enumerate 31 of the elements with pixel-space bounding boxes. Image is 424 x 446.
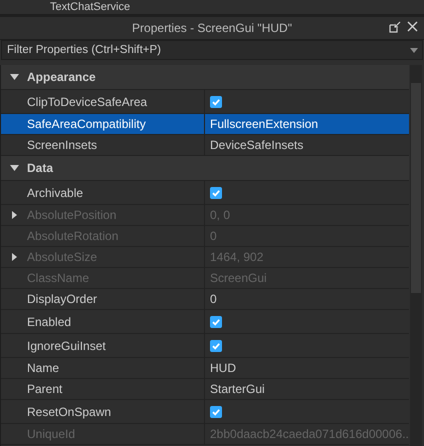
property-name[interactable]: ScreenInsets	[27, 138, 98, 152]
collapse-arrow-icon[interactable]	[10, 165, 18, 171]
checkbox[interactable]	[210, 186, 222, 198]
close-icon[interactable]	[407, 21, 418, 32]
category-header[interactable]: Data	[1, 156, 409, 181]
property-name[interactable]: ResetOnSpawn	[27, 404, 112, 418]
checkbox[interactable]	[210, 406, 222, 418]
undock-icon[interactable]	[389, 21, 401, 33]
property-name[interactable]: Name	[27, 361, 60, 375]
property-value[interactable]: 0	[210, 292, 217, 306]
dropdown-caret-icon[interactable]	[410, 48, 418, 53]
checkbox[interactable]	[210, 316, 222, 328]
property-name[interactable]: Parent	[27, 382, 62, 396]
property-name[interactable]: IgnoreGuiInset	[27, 338, 106, 352]
filter-field[interactable]: Filter Properties (Ctrl+Shift+P)	[1, 40, 423, 60]
property-value[interactable]: StarterGui	[210, 382, 265, 396]
scrollbar[interactable]	[410, 65, 422, 446]
property-name[interactable]: Enabled	[27, 314, 72, 328]
explorer-item[interactable]: TextChatService	[50, 0, 130, 14]
collapse-arrow-icon[interactable]	[10, 74, 18, 80]
property-name[interactable]: Archivable	[27, 186, 84, 200]
property-name[interactable]: DisplayOrder	[27, 292, 98, 306]
property-value[interactable]: FullscreenExtension	[210, 117, 318, 131]
window-title: Properties - ScreenGui "HUD"	[132, 21, 292, 35]
property-name[interactable]: SafeAreaCompatibility	[27, 117, 146, 131]
checkbox[interactable]	[210, 340, 222, 352]
property-value[interactable]: DeviceSafeInsets	[210, 138, 304, 152]
property-name[interactable]: ClipToDeviceSafeArea	[27, 94, 148, 108]
category-header[interactable]: Appearance	[1, 65, 409, 90]
checkbox[interactable]	[210, 96, 222, 108]
property-value[interactable]: HUD	[210, 361, 236, 375]
